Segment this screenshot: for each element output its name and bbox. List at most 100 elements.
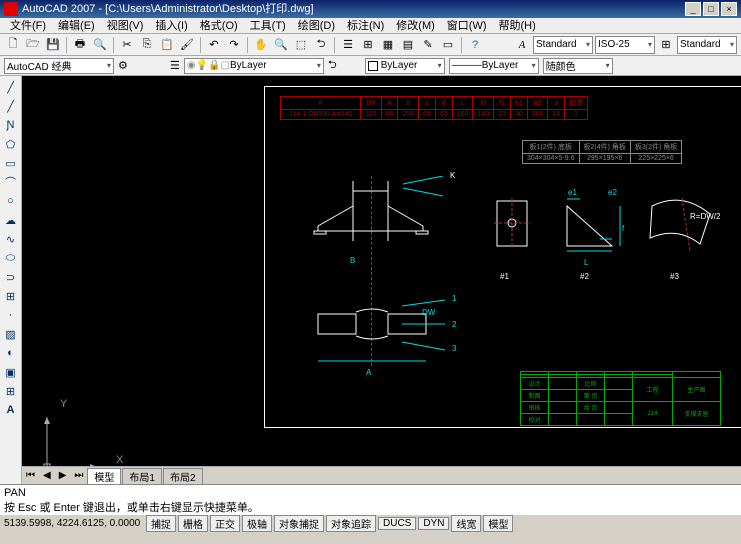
menu-view[interactable]: 视图(V): [101, 18, 150, 33]
match-prop-button[interactable]: 🖌: [178, 36, 196, 54]
label-n2: #2: [580, 272, 589, 281]
line-tool[interactable]: ╱: [2, 78, 20, 96]
ortho-toggle[interactable]: 正交: [210, 515, 240, 532]
zoom-win-button[interactable]: ⬚: [292, 36, 310, 54]
menu-tools[interactable]: 工具(T): [244, 18, 292, 33]
grid-toggle[interactable]: 栅格: [178, 515, 208, 532]
title-block: 设计比例工程生产图 制图第 页 审核共 页J14支撑支座 校对: [520, 371, 721, 426]
point-tool[interactable]: ·: [2, 306, 20, 324]
table-style-icon[interactable]: ⊞: [657, 36, 675, 54]
paste-button[interactable]: 📋: [158, 36, 176, 54]
maximize-button[interactable]: □: [703, 2, 719, 16]
revcloud-tool[interactable]: ☁: [2, 211, 20, 229]
drawing-canvas[interactable]: # D#A bc dL Mf1 e1e2 a取重 J14-1 DN500 A=0…: [22, 76, 741, 484]
copy-button[interactable]: ⎘: [138, 36, 156, 54]
plot-preview-button[interactable]: 🔍: [91, 36, 109, 54]
polygon-tool[interactable]: ⬠: [2, 135, 20, 153]
dyn-toggle[interactable]: DYN: [418, 517, 449, 530]
spline-tool[interactable]: ∿: [2, 230, 20, 248]
zoom-prev-button[interactable]: ⮌: [312, 36, 330, 54]
otrack-toggle[interactable]: 对象追踪: [326, 515, 376, 532]
calc-button[interactable]: ▭: [439, 36, 457, 54]
table-tool[interactable]: ⊞: [2, 382, 20, 400]
redo-button[interactable]: ↷: [225, 36, 243, 54]
markup-button[interactable]: ✎: [419, 36, 437, 54]
tab-layout2[interactable]: 布局2: [163, 468, 203, 484]
tab-layout1[interactable]: 布局1: [122, 468, 162, 484]
text-style-dropdown[interactable]: Standard: [533, 36, 593, 54]
zoom-rt-button[interactable]: 🔍: [272, 36, 290, 54]
workspace-settings-icon[interactable]: ⚙: [118, 59, 132, 73]
print-button[interactable]: 🖶: [71, 36, 89, 54]
ucs-icon: [42, 412, 102, 472]
xline-tool[interactable]: ╱: [2, 97, 20, 115]
menu-help[interactable]: 帮助(H): [493, 18, 542, 33]
ducs-toggle[interactable]: DUCS: [378, 517, 416, 530]
tab-first[interactable]: ⏮: [22, 470, 39, 481]
design-center-button[interactable]: ⊞: [359, 36, 377, 54]
undo-button[interactable]: ↶: [205, 36, 223, 54]
menu-insert[interactable]: 插入(I): [149, 18, 193, 33]
workspace-dropdown[interactable]: AutoCAD 经典: [4, 58, 114, 74]
text-style-icon[interactable]: A: [513, 36, 531, 54]
osnap-toggle[interactable]: 对象捕捉: [274, 515, 324, 532]
ellipse-tool[interactable]: ⬭: [2, 249, 20, 267]
tab-last[interactable]: ⏭: [70, 470, 87, 481]
layer-props-icon[interactable]: ☰: [170, 59, 180, 72]
pan-button[interactable]: ✋: [252, 36, 270, 54]
lwt-toggle[interactable]: 线宽: [451, 515, 481, 532]
new-button[interactable]: 🗋: [4, 36, 22, 54]
tab-next[interactable]: ▶: [55, 470, 71, 481]
circle-tool[interactable]: ○: [2, 192, 20, 210]
command-line[interactable]: PAN 按 Esc 或 Enter 键退出，或单击右键显示快捷菜单。: [0, 484, 741, 514]
rect-tool[interactable]: ▭: [2, 154, 20, 172]
tab-model[interactable]: 模型: [87, 468, 121, 484]
sheet-set-button[interactable]: ▤: [399, 36, 417, 54]
help-button[interactable]: ?: [466, 36, 484, 54]
pline-tool[interactable]: Ɲ: [2, 116, 20, 134]
table-style-dropdown[interactable]: Standard: [677, 36, 737, 54]
ellipse-arc-tool[interactable]: ⊃: [2, 268, 20, 286]
menu-format[interactable]: 格式(O): [194, 18, 244, 33]
menu-file[interactable]: 文件(F): [4, 18, 52, 33]
label-f: f: [622, 224, 624, 233]
label-e1: e1: [568, 188, 577, 197]
region-tool[interactable]: ▣: [2, 363, 20, 381]
plan-view: [310, 296, 460, 376]
cmd-history-1: PAN: [4, 487, 737, 499]
arc-tool[interactable]: ⌒: [2, 173, 20, 191]
dim-style-dropdown[interactable]: ISO-25: [595, 36, 655, 54]
open-button[interactable]: 🗁: [24, 36, 42, 54]
menu-edit[interactable]: 编辑(E): [52, 18, 101, 33]
color-dropdown[interactable]: ByLayer: [365, 58, 445, 74]
label-L: L: [584, 258, 588, 267]
gradient-tool[interactable]: ◐: [2, 344, 20, 362]
lineweight-dropdown[interactable]: 随颜色: [543, 58, 613, 74]
block-tool[interactable]: ⊞: [2, 287, 20, 305]
minimize-button[interactable]: _: [685, 2, 701, 16]
menu-window[interactable]: 窗口(W): [441, 18, 493, 33]
menu-draw[interactable]: 绘图(D): [292, 18, 341, 33]
layer-prev-icon[interactable]: ⮌: [328, 56, 337, 75]
tab-prev[interactable]: ◀: [39, 470, 55, 481]
model-toggle[interactable]: 模型: [483, 515, 513, 532]
label-rd: R=DW/2: [690, 212, 720, 221]
coordinates-readout[interactable]: 5139.5998, 4224.6125, 0.0000: [4, 518, 144, 529]
tool-palette-button[interactable]: ▦: [379, 36, 397, 54]
close-button[interactable]: ×: [721, 2, 737, 16]
menu-modify[interactable]: 修改(M): [390, 18, 441, 33]
hatch-tool[interactable]: ▨: [2, 325, 20, 343]
axis-y-label: Y: [60, 398, 67, 410]
mtext-tool[interactable]: A: [2, 401, 20, 419]
save-button[interactable]: 💾: [44, 36, 62, 54]
polar-toggle[interactable]: 极轴: [242, 515, 272, 532]
cut-button[interactable]: ✂: [118, 36, 136, 54]
properties-button[interactable]: ☰: [339, 36, 357, 54]
status-bar: 5139.5998, 4224.6125, 0.0000 捕捉 栅格 正交 极轴…: [0, 514, 741, 532]
linetype-dropdown[interactable]: ——— ByLayer: [449, 58, 539, 74]
snap-toggle[interactable]: 捕捉: [146, 515, 176, 532]
menu-dimension[interactable]: 标注(N): [341, 18, 390, 33]
label-dw: DW: [422, 308, 435, 317]
layer-dropdown[interactable]: ◉💡🔒▢ ByLayer: [184, 58, 324, 74]
axis-x-label: X: [116, 454, 123, 466]
